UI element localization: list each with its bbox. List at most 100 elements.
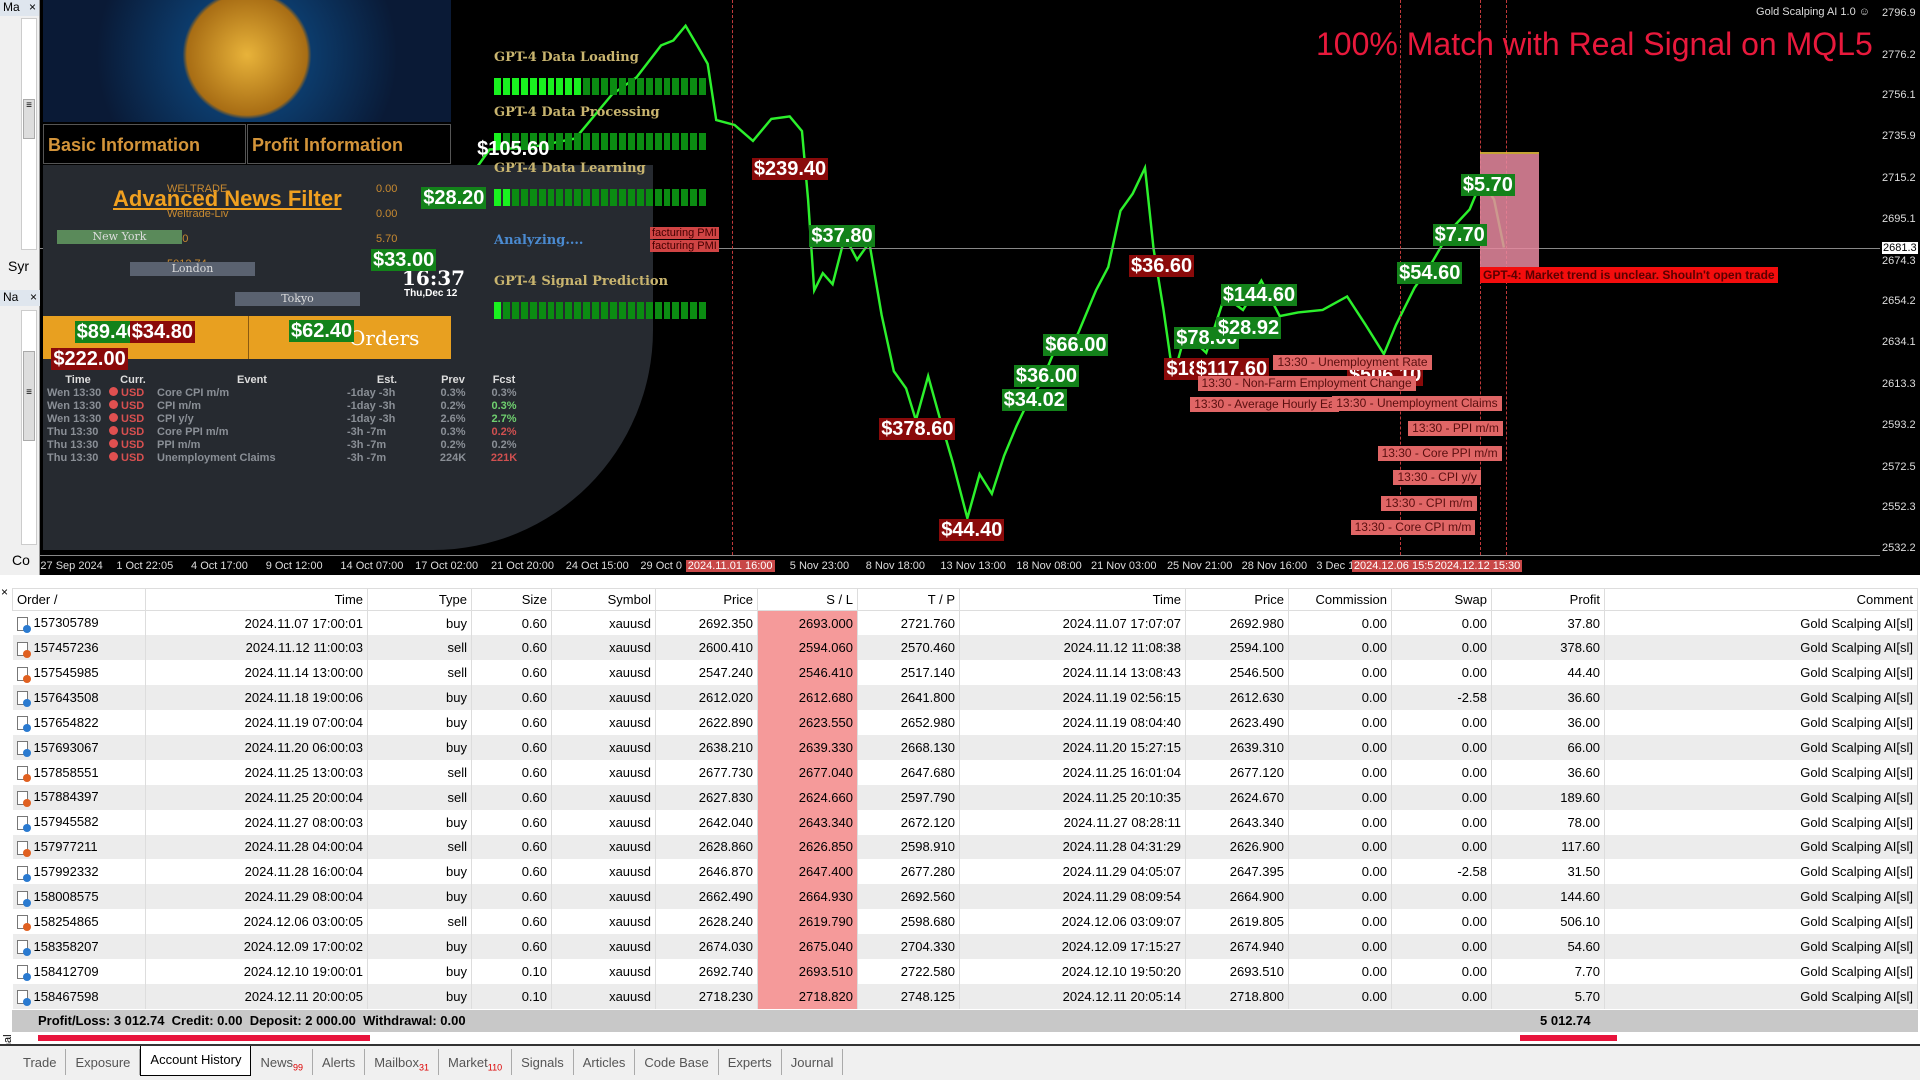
table-row[interactable]: 157305789 2024.11.07 17:00:01 buy 0.60 xauus… (12, 610, 1918, 636)
cell-profit: 144.60 (1491, 884, 1605, 910)
table-row[interactable]: 157977211 2024.11.28 04:00:04 sell 0.60 xauu… (12, 834, 1918, 860)
scroll-thumb[interactable]: ≡ (23, 99, 35, 139)
trade-result-label: $378.60 (879, 417, 956, 440)
tab-exposure[interactable]: Exposure (66, 1049, 141, 1075)
close-icon[interactable]: × (29, 0, 36, 16)
event-name: CPI y/y (157, 413, 194, 425)
table-row[interactable]: 158358207 2024.12.09 17:00:02 buy 0.60 xauus… (12, 934, 1918, 959)
tab-journal[interactable]: Journal (782, 1049, 844, 1075)
column-header[interactable]: Time (959, 588, 1186, 611)
cell-comment: Gold Scalping AI[sl] (1604, 784, 1918, 810)
basic-info-header[interactable]: Basic Information (43, 124, 246, 164)
column-header[interactable]: Swap (1391, 588, 1492, 611)
cell-order: 157884397 (12, 784, 146, 810)
progress-segment (636, 189, 644, 207)
cell-swap: 0.00 (1391, 934, 1492, 959)
table-row[interactable]: 158412709 2024.12.10 19:00:01 buy 0.10 xauus… (12, 958, 1918, 984)
tab-mailbox[interactable]: Mailbox31 (365, 1049, 440, 1075)
close-icon[interactable]: × (1, 585, 8, 599)
symbols-tab[interactable]: Syr (8, 258, 29, 274)
tab-news[interactable]: News99 (251, 1049, 313, 1075)
column-header[interactable]: T / P (857, 588, 960, 611)
session-london: London (130, 262, 255, 276)
price-tick: 2654.2 (1882, 295, 1916, 308)
column-header[interactable]: Profit (1491, 588, 1605, 611)
table-row[interactable]: 157654822 2024.11.19 07:00:04 buy 0.60 xauus… (12, 710, 1918, 735)
cell-symbol: xauusd (551, 909, 656, 935)
cell-size: 0.10 (471, 983, 552, 1009)
cell-close-price: 2693.510 (1185, 958, 1289, 984)
price-tick: 2572.5 (1882, 460, 1916, 473)
cell-symbol: xauusd (551, 934, 656, 959)
tab-account-history[interactable]: Account History (140, 1046, 252, 1076)
column-header[interactable]: Price (655, 588, 758, 611)
news-event-marker[interactable]: 13:30 - CPI m/m (1381, 495, 1477, 511)
event-est: -1day -3h (347, 413, 396, 425)
table-row[interactable]: 157457236 2024.11.12 11:00:03 sell 0.60 xauu… (12, 635, 1918, 661)
navigator-header: Na × (0, 290, 40, 306)
scrollbar[interactable]: ≡ (21, 310, 37, 545)
tab-articles[interactable]: Articles (574, 1049, 636, 1075)
table-row[interactable]: 157545985 2024.11.14 13:00:00 sell 0.60 xauu… (12, 660, 1918, 686)
column-header[interactable]: Symbol (551, 588, 656, 611)
event-prev: 224K (439, 452, 467, 464)
progress-segment (654, 77, 662, 95)
tab-code-base[interactable]: Code Base (635, 1049, 719, 1075)
news-event-marker[interactable]: 13:30 - Average Hourly Ea (1190, 396, 1339, 412)
tab-label: Experts (727, 1055, 772, 1070)
column-header[interactable]: Type (367, 588, 472, 611)
price-axis: 2796.9 2776.2 2756.1 2735.9 2715.2 2695.1 2674… (1880, 0, 1920, 575)
column-header[interactable]: Time (145, 588, 368, 611)
column-header[interactable]: Price (1185, 588, 1289, 611)
table-row[interactable]: 158008575 2024.11.29 08:00:04 buy 0.60 xauus… (12, 884, 1918, 910)
news-event-marker[interactable]: 13:30 - PPI m/m (1408, 421, 1503, 437)
table-row[interactable]: 157858551 2024.11.25 13:00:03 sell 0.60 xauu… (12, 759, 1918, 785)
news-event-marker[interactable]: 13:30 - Unemployment Rate (1273, 355, 1432, 371)
profit-info-header[interactable]: Profit Information (247, 124, 451, 164)
progress-segment (547, 189, 555, 207)
news-event-marker[interactable]: 13:30 - Core CPI m/m (1350, 520, 1476, 536)
cell-close-time: 2024.12.09 17:15:27 (959, 934, 1186, 959)
news-event-marker[interactable]: 13:30 - CPI y/y (1393, 470, 1481, 486)
column-header[interactable]: Commission (1288, 588, 1392, 611)
event-currency: USD (109, 400, 157, 412)
table-row[interactable]: 157945582 2024.11.27 08:00:03 buy 0.60 xauus… (12, 809, 1918, 835)
cell-order: 157457236 (12, 635, 146, 661)
order-dot (22, 998, 31, 1007)
table-row[interactable]: 157884397 2024.11.25 20:00:04 sell 0.60 xauu… (12, 784, 1918, 810)
column-header[interactable]: S / L (757, 588, 858, 611)
tab-trade[interactable]: Trade (14, 1049, 67, 1075)
close-icon[interactable]: × (30, 290, 37, 306)
order-dot (22, 724, 31, 733)
tab-market[interactable]: Market110 (439, 1049, 513, 1075)
common-tab[interactable]: Co (12, 552, 30, 568)
news-event-marker[interactable]: 13:30 - Non-Farm Employment Change (1197, 375, 1416, 391)
news-event-marker[interactable]: 13:30 - Unemployment Claims (1332, 395, 1502, 411)
cell-open-price: 2622.890 (655, 710, 758, 735)
account-value: WELTRADE (167, 183, 228, 195)
column-header[interactable]: Size (471, 588, 552, 611)
cell-size: 0.60 (471, 884, 552, 910)
progress-segment (583, 132, 591, 150)
table-row[interactable]: 157992332 2024.11.28 16:00:04 buy 0.60 xauus… (12, 859, 1918, 885)
table-row[interactable]: 158254865 2024.12.06 03:00:05 sell 0.60 xauu… (12, 909, 1918, 935)
cell-comment: Gold Scalping AI[sl] (1604, 909, 1918, 935)
tab-signals[interactable]: Signals (512, 1049, 574, 1075)
cell-take-profit: 2722.580 (857, 958, 960, 984)
scrollbar[interactable]: ≡ (21, 18, 37, 250)
table-row[interactable]: 158467598 2024.12.11 20:00:05 buy 0.10 xauus… (12, 983, 1918, 1009)
table-row[interactable]: 157693067 2024.11.20 06:00:03 buy 0.60 xauus… (12, 734, 1918, 760)
time-tick: 21 Nov 03:00 (1091, 560, 1157, 572)
column-header[interactable]: Comment (1604, 588, 1918, 611)
price-chart[interactable]: 100% Match with Real Signal on MQL5 Gold… (40, 0, 1880, 555)
cell-open-time: 2024.11.12 11:00:03 (145, 635, 368, 661)
table-row[interactable]: 157643508 2024.11.18 19:00:06 buy 0.60 xauus… (12, 685, 1918, 711)
tab-alerts[interactable]: Alerts (313, 1049, 366, 1075)
column-header[interactable]: Order / (12, 588, 146, 611)
scroll-thumb[interactable]: ≡ (23, 351, 35, 441)
cell-type: buy (367, 884, 472, 910)
cell-take-profit: 2517.140 (857, 660, 960, 686)
tab-experts[interactable]: Experts (719, 1049, 782, 1075)
news-event-marker[interactable]: 13:30 - Core PPI m/m (1377, 445, 1502, 461)
time-tick: 3 Dec 1 (1316, 560, 1355, 572)
